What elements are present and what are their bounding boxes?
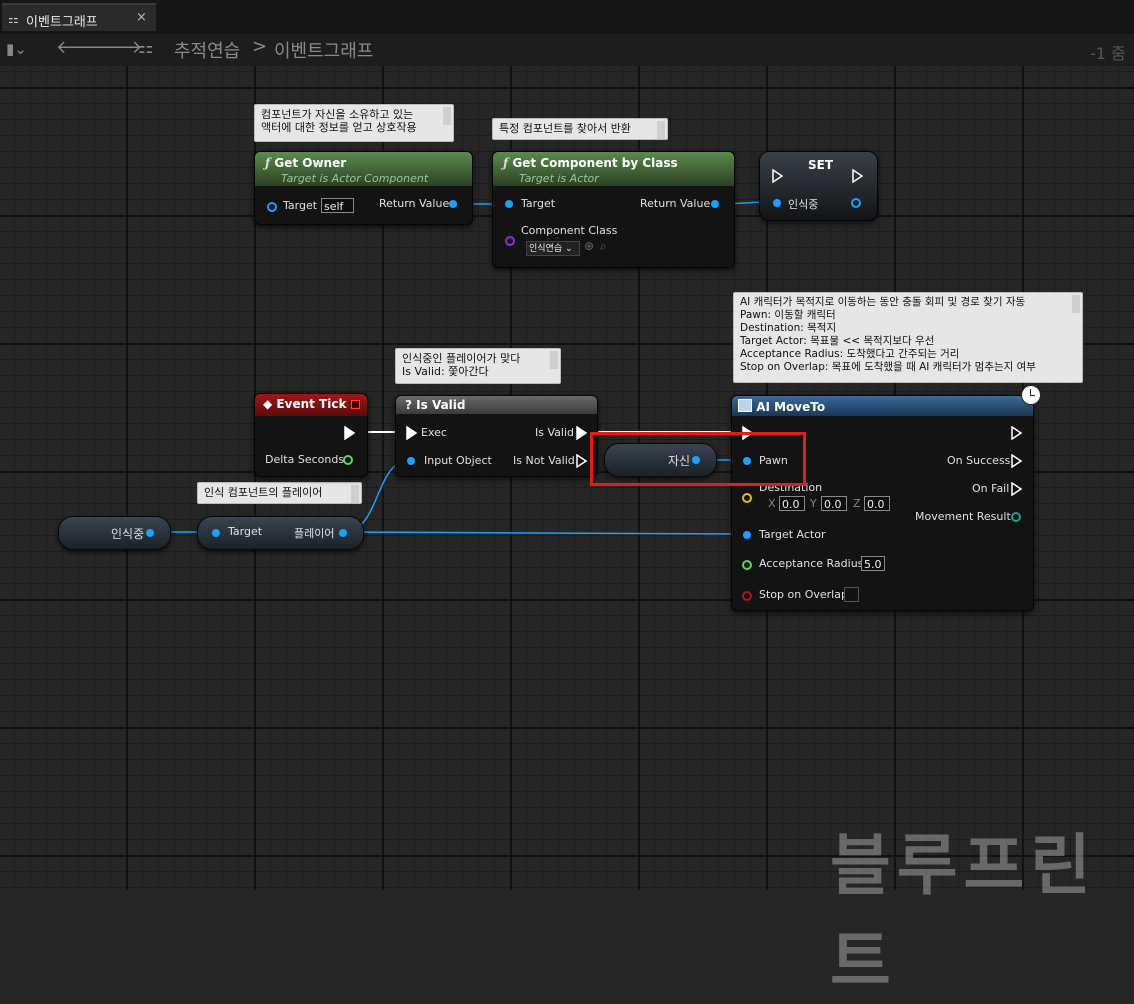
exec-out-pin[interactable] [852,169,864,183]
player-label: 플레이어 [294,527,335,540]
delta-seconds-pin[interactable] [343,455,353,465]
target-label: Target [228,525,263,538]
movement-result-pin[interactable] [1011,512,1021,522]
search-icon[interactable]: ⌕ [600,239,607,254]
var-label: 인식중 [788,198,819,211]
input-object-label: Input Object [424,454,492,467]
node-subtitle: Target is Actor Component [281,172,429,185]
var-out-pin[interactable] [146,529,154,537]
node-get-owner[interactable]: ƒ Get Owner Target is Actor Component Ta… [254,151,473,225]
component-class-label: Component Class [521,224,618,237]
target-value[interactable]: self [321,198,354,213]
is-valid-exec-pin[interactable] [576,426,588,440]
node-event-tick[interactable]: ◆ Event Tick Delta Seconds [254,393,368,477]
z-label: Z [853,497,861,510]
z-value[interactable]: 0.0 [864,496,890,511]
delta-seconds-label: Delta Seconds [265,453,345,466]
function-icon: ƒ [265,156,271,170]
function-icon: ƒ [503,156,509,170]
comment-get-owner: 컴포넌트가 자신을 소유하고 있는 액터에 대한 정보를 얻고 상호작용 [254,104,454,142]
component-class-pin[interactable] [505,236,515,246]
comment-ai-moveto: AI 캐릭터가 목적지로 이동하는 동안 충돌 회피 및 경로 찾기 자동 Pa… [733,292,1083,383]
node-title: Get Component by Class [512,156,678,170]
clock-icon [1021,385,1041,405]
node-get-component-by-class[interactable]: ƒ Get Component by Class Target is Actor… [492,151,735,268]
target-pin[interactable] [505,200,513,208]
is-valid-label: Is Valid [535,426,574,439]
delegate-pin[interactable] [351,400,360,409]
target-actor-pin[interactable] [743,531,751,539]
comment-player: 인식 컴포넌트의 플레이어 [197,482,362,504]
x-label: X [768,497,776,510]
node-title: AI MoveTo [756,400,826,414]
is-not-valid-exec-pin[interactable] [576,454,588,468]
stop-on-overlap-pin[interactable] [742,591,752,601]
exec-in-pin[interactable] [406,426,418,440]
x-value[interactable]: 0.0 [779,496,805,511]
exec-label: Exec [421,426,447,439]
node-var-get-recognizing[interactable]: 인식중 [58,516,171,550]
on-fail-exec-pin[interactable] [1011,482,1023,496]
function-icon [738,399,752,412]
exec-out-pin[interactable] [344,426,356,440]
return-value-pin[interactable] [711,200,719,208]
var-in-pin[interactable] [773,199,781,207]
node-title: Is Valid [416,398,466,412]
is-not-valid-label: Is Not Valid [513,454,575,467]
target-actor-label: Target Actor [759,528,826,541]
acceptance-radius-pin[interactable] [742,560,752,570]
destination-pin[interactable] [742,493,752,503]
var-out-pin[interactable] [851,198,861,208]
node-title: Event Tick [276,397,347,411]
target-pin[interactable] [267,202,277,212]
question-icon: ? [405,398,412,412]
y-value[interactable]: 0.0 [821,496,847,511]
node-title: Get Owner [274,156,347,170]
wire-player-to-target-actor [343,531,746,535]
movement-result-label: Movement Result [915,510,1011,523]
return-value-pin[interactable] [449,200,457,208]
target-pin[interactable] [212,529,220,537]
return-value-label: Return Value [379,197,450,210]
node-subtitle: Target is Actor [519,172,599,185]
component-class-dropdown[interactable]: 인식연습 ⌄ [526,241,580,256]
highlight-box [590,432,806,486]
on-fail-label: On Fail [972,482,1010,495]
stop-on-overlap-label: Stop on Overlap [759,588,848,601]
player-out-pin[interactable] [339,529,347,537]
watermark: 블루프린트 [830,827,1097,1000]
event-icon: ◆ [263,397,273,411]
target-label: Target [521,197,556,210]
on-success-exec-pin[interactable] [1011,454,1023,468]
stop-on-overlap-checkbox[interactable] [844,587,859,602]
acceptance-radius-label: Acceptance Radius [759,557,864,570]
node-is-valid[interactable]: ? Is Valid Exec Is Valid Input Object Is… [395,395,598,477]
acceptance-radius-value[interactable]: 5.0 [861,556,885,571]
exec-out-pin[interactable] [1011,426,1023,440]
browse-icon[interactable]: ⊕ [584,239,594,253]
input-object-pin[interactable] [407,457,415,465]
comment-get-component: 특정 컴포넌트를 찾아서 반환 [492,118,668,140]
node-set[interactable]: SET 인식중 [759,151,878,221]
var-label: 인식중 [111,527,145,541]
y-label: Y [810,497,817,510]
comment-is-valid: 인식중인 플레이어가 맞다 Is Valid: 쫓아간다 [395,348,561,384]
exec-in-pin[interactable] [772,169,784,183]
return-value-label: Return Value [640,197,711,210]
node-ai-moveto[interactable]: AI MoveTo Pawn On Success Destination On… [731,385,1041,611]
target-label: Target [283,199,318,212]
node-title: SET [808,158,834,172]
node-player-get[interactable]: Target 플레이어 [197,516,364,550]
on-success-label: On Success [947,454,1011,467]
